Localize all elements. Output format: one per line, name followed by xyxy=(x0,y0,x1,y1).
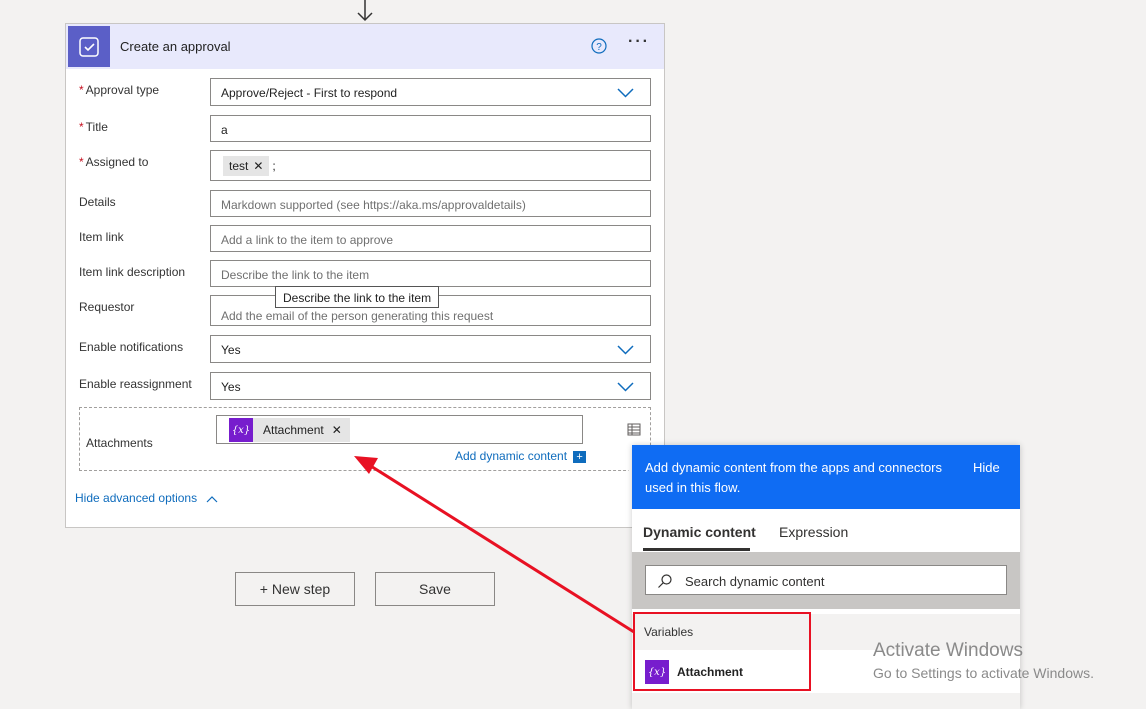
approvals-icon xyxy=(68,26,110,67)
search-icon xyxy=(658,574,672,588)
activate-windows-subtitle: Go to Settings to activate Windows. xyxy=(873,665,1094,681)
details-input[interactable]: Markdown supported (see https://aka.ms/a… xyxy=(210,190,651,217)
switch-input-mode-icon[interactable] xyxy=(626,421,642,437)
remove-token-icon[interactable]: ✕ xyxy=(332,423,342,437)
enable-notifications-label: Enable notifications xyxy=(79,340,184,354)
item-link-input[interactable]: Add a link to the item to approve xyxy=(210,225,651,252)
tab-dynamic-content[interactable]: Dynamic content xyxy=(643,524,756,540)
requestor-label: Requestor xyxy=(79,300,135,314)
attachments-input[interactable]: {x} Attachment ✕ xyxy=(216,415,583,444)
chevron-up-icon xyxy=(207,495,218,503)
chevron-down-icon xyxy=(617,88,634,98)
attachments-label: Attachments xyxy=(86,436,153,450)
svg-text:?: ? xyxy=(596,42,602,53)
add-dynamic-content-link[interactable]: Add dynamic content + xyxy=(455,449,587,463)
assignee-token[interactable]: test ✕ xyxy=(223,156,270,176)
card-header[interactable]: Create an approval ? ··· xyxy=(66,24,664,69)
variable-icon: {x} xyxy=(229,418,253,442)
annotation-highlight-box xyxy=(633,612,811,691)
item-link-description-input[interactable]: Describe the link to the item xyxy=(210,260,651,287)
activate-windows-title: Activate Windows xyxy=(873,640,1023,661)
connector-arrow-icon xyxy=(357,0,373,22)
approval-type-label: * Approval type xyxy=(79,83,160,97)
search-input[interactable]: Search dynamic content xyxy=(645,565,1007,595)
attachment-token[interactable]: {x} Attachment ✕ xyxy=(229,418,350,442)
tab-expression[interactable]: Expression xyxy=(779,524,848,540)
panel-pointer xyxy=(620,450,632,474)
remove-token-icon[interactable]: ✕ xyxy=(253,159,263,173)
assigned-to-label: * Assigned to xyxy=(79,155,149,169)
assigned-to-input[interactable]: test ✕; xyxy=(210,150,651,181)
add-icon: + xyxy=(573,450,587,463)
chevron-down-icon xyxy=(617,345,634,355)
dynamic-panel-header: Add dynamic content from the apps and co… xyxy=(632,445,1020,509)
enable-notifications-dropdown[interactable]: Yes xyxy=(210,335,651,363)
approval-type-dropdown[interactable]: Approve/Reject - First to respond xyxy=(210,78,651,106)
title-input[interactable]: a xyxy=(210,115,651,142)
enable-reassignment-label: Enable reassignment xyxy=(79,377,192,391)
active-tab-indicator xyxy=(643,548,750,551)
chevron-down-icon xyxy=(617,382,634,392)
dynamic-panel-description: Add dynamic content from the apps and co… xyxy=(645,460,943,495)
tooltip: Describe the link to the item xyxy=(275,286,440,308)
details-label: Details xyxy=(79,195,116,209)
title-label: * Title xyxy=(79,120,108,134)
hide-panel-button[interactable]: Hide xyxy=(973,460,1000,475)
item-link-label: Item link xyxy=(79,230,124,244)
new-step-button[interactable]: + New step xyxy=(235,572,355,606)
create-approval-card: Create an approval ? ··· * Approval type … xyxy=(65,23,665,528)
help-icon[interactable]: ? xyxy=(591,38,607,54)
attachments-section: Attachments {x} Attachment ✕ Add dynamic… xyxy=(79,407,651,471)
more-options-icon[interactable]: ··· xyxy=(628,33,650,51)
enable-reassignment-dropdown[interactable]: Yes xyxy=(210,372,651,400)
search-area: Search dynamic content xyxy=(632,552,1020,609)
item-link-description-label: Item link description xyxy=(79,265,186,279)
hide-advanced-options-link[interactable]: Hide advanced options xyxy=(75,491,218,505)
card-title: Create an approval xyxy=(120,39,231,54)
save-button[interactable]: Save xyxy=(375,572,495,606)
